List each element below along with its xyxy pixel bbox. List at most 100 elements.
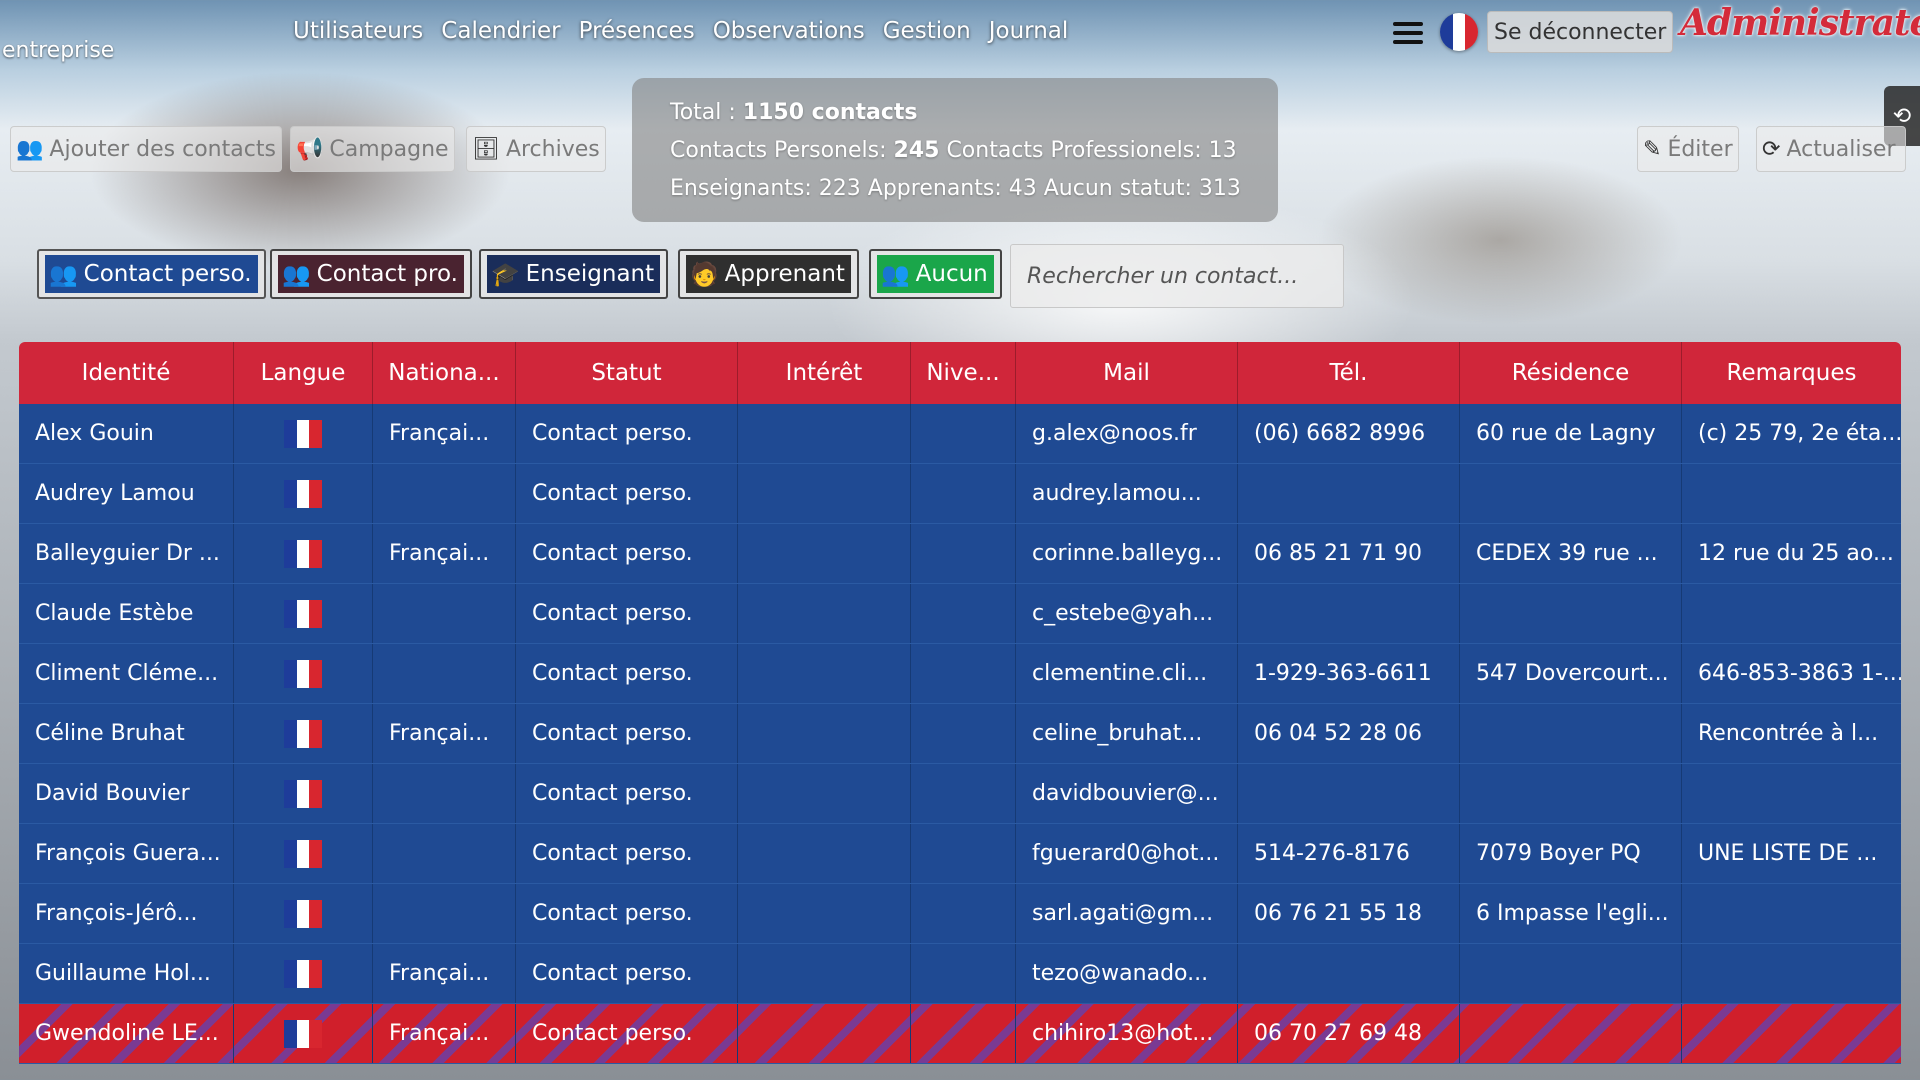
table-row[interactable]: Guillaume Hol... Françai... Contact perso.… [19,944,1901,1004]
column-header-remarks[interactable]: Remarques [1682,342,1901,404]
column-header-phone[interactable]: Tél. [1238,342,1460,404]
cell-nationality: Françai... [373,704,516,763]
add-contacts-button[interactable]: 👥 Ajouter des contacts [10,126,282,172]
cell-phone: 514-276-8176 [1238,824,1460,883]
cell-remarks [1682,944,1901,1003]
table-row[interactable]: Céline Bruhat Françai... Contact perso. cel… [19,704,1901,764]
cell-language [234,764,373,823]
filter-contact-pro[interactable]: 👥 Contact pro. [270,249,472,299]
stats-learners-value: 43 [1008,176,1037,201]
stats-pro-value: 13 [1208,138,1237,163]
table-row[interactable]: Audrey Lamou Contact perso. audrey.lamou..… [19,464,1901,524]
column-header-residence[interactable]: Résidence [1460,342,1682,404]
france-flag-icon [284,899,323,928]
table-row[interactable]: François Guera... Contact perso. fguerard0… [19,824,1901,884]
cell-level [911,404,1016,463]
cell-language [234,944,373,1003]
nav-presences[interactable]: Présences [579,18,695,44]
france-flag-icon [284,659,323,688]
cell-mail: chihiro13@hot... [1016,1004,1238,1063]
cell-interest [738,404,911,463]
edit-button[interactable]: ✎ Éditer [1637,126,1739,172]
contacts-table: Identité Langue Nationa... Statut Intérêt Niv… [19,342,1901,1064]
nav-journal[interactable]: Journal [989,18,1069,44]
filter-perso-label: Contact perso. [83,261,252,287]
cell-mail: g.alex@noos.fr [1016,404,1238,463]
table-row[interactable]: Claude Estèbe Contact perso. c_estebe@yah.… [19,584,1901,644]
archives-button[interactable]: 🗄 Archives [466,126,606,172]
france-flag-icon [284,779,323,808]
column-header-mail[interactable]: Mail [1016,342,1238,404]
filter-enseignant[interactable]: 🎓 Enseignant [479,249,669,299]
table-row[interactable]: Climent Cléme... Contact perso. clementine… [19,644,1901,704]
cell-nationality [373,584,516,643]
column-header-level[interactable]: Nive... [911,342,1016,404]
column-header-language[interactable]: Langue [234,342,373,404]
stats-nostatus-value: 313 [1198,176,1241,201]
archives-label: Archives [505,136,600,162]
filter-apprenant[interactable]: 🧑 Apprenant [678,249,859,299]
logout-button[interactable]: Se déconnecter [1487,11,1674,53]
cell-language [234,524,373,583]
cell-status: Contact perso. [516,584,738,643]
filter-aucun[interactable]: 👥 Aucun [869,249,1002,299]
column-header-interest[interactable]: Intérêt [738,342,911,404]
cell-language [234,404,373,463]
cell-phone: 06 70 27 69 48 [1238,1004,1460,1063]
group-icon: 👥 [16,136,44,162]
cell-level [911,764,1016,823]
search-input[interactable] [1010,244,1344,308]
refresh-button[interactable]: ⟳ Actualiser [1756,126,1906,172]
graduation-cap-icon: 🎓 [491,261,520,288]
table-row[interactable]: David Bouvier Contact perso. davidbouvier@… [19,764,1901,824]
column-header-status[interactable]: Statut [516,342,738,404]
edit-label: Éditer [1667,136,1733,162]
cell-language [234,824,373,883]
hamburger-icon[interactable] [1393,20,1423,46]
edit-icon: ✎ [1643,136,1662,162]
table-row[interactable]: Balleyguier Dr ... Françai... Contact pers… [19,524,1901,584]
table-row[interactable]: François-Jérô... Contact perso. sarl.agati… [19,884,1901,944]
nav-utilisateurs[interactable]: Utilisateurs [293,18,423,44]
cell-language [234,1004,373,1063]
cell-identity: Céline Bruhat [19,704,234,763]
cell-level [911,524,1016,583]
cell-identity: Balleyguier Dr ... [19,524,234,583]
cell-status: Contact perso. [516,1004,738,1063]
france-flag-icon[interactable] [1440,13,1478,51]
cell-level [911,944,1016,1003]
nav-gestion[interactable]: Gestion [883,18,971,44]
table-row[interactable]: Alex Gouin Françai... Contact perso. g.alex… [19,404,1901,464]
nav-calendrier[interactable]: Calendrier [441,18,560,44]
nav-observations[interactable]: Observations [713,18,865,44]
cell-identity: Claude Estèbe [19,584,234,643]
cell-language [234,464,373,523]
cell-interest [738,1004,911,1063]
cell-status: Contact perso. [516,464,738,523]
cell-remarks [1682,584,1901,643]
cell-residence: 7079 Boyer PQ [1460,824,1682,883]
group-icon: 👥 [49,261,78,288]
cell-interest [738,944,911,1003]
filter-contact-perso[interactable]: 👥 Contact perso. [37,249,266,299]
archive-icon: 🗄 [472,136,500,162]
cell-remarks: 12 rue du 25 ao... [1698,541,1894,566]
cell-mail: celine_bruhat... [1016,704,1238,763]
campaign-button[interactable]: 📢 Campagne [290,126,455,172]
stats-line-status: Enseignants: 223 Apprenants: 43 Aucun st… [670,170,1278,208]
campaign-label: Campagne [329,136,449,162]
cell-nationality: Françai... [373,404,516,463]
group-icon: 👥 [282,261,311,288]
cell-status: Contact perso. [516,704,738,763]
cell-status: Contact perso. [516,824,738,883]
stats-total-label: Total : [670,100,736,125]
column-header-nationality[interactable]: Nationa... [373,342,516,404]
table-row[interactable]: Gwendoline LE... Françai... Contact perso.… [19,1004,1901,1064]
cell-identity: Audrey Lamou [19,464,234,523]
cell-identity: Alex Gouin [19,404,234,463]
stats-line-total: Total : 1150 contacts [670,94,1278,132]
table-body: Alex Gouin Françai... Contact perso. g.alex… [19,404,1901,1064]
column-header-identity[interactable]: Identité [19,342,234,404]
cell-level [911,644,1016,703]
group-icon: 👥 [881,261,910,288]
